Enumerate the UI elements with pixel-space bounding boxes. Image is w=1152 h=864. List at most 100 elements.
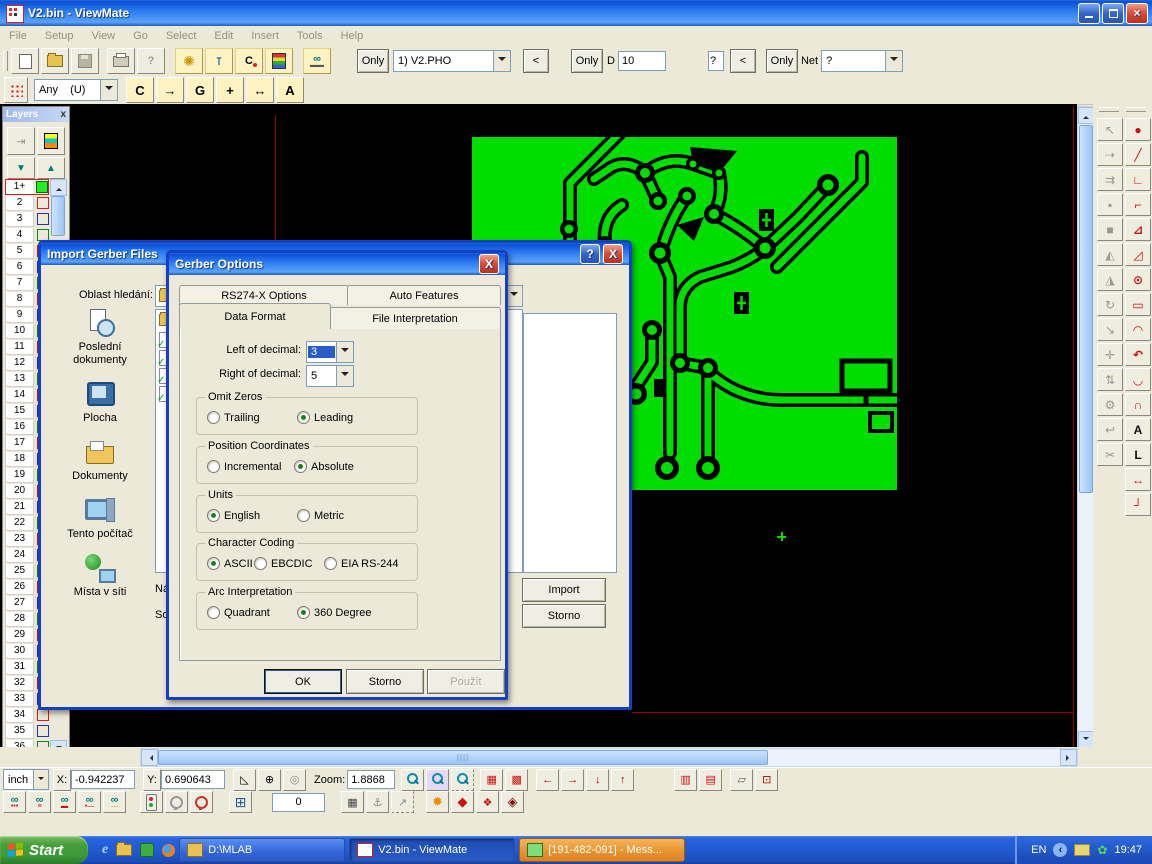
mirror-vertical-icon[interactable]: ◭ (1097, 243, 1123, 266)
center-target-button[interactable]: ⊕ (258, 769, 281, 791)
tab-rs274x[interactable]: RS274-X Options (179, 285, 349, 305)
next-item-tool-icon[interactable]: → (156, 77, 184, 103)
open-file-button[interactable] (41, 48, 69, 74)
radio-option[interactable]: EIA RS-244 (324, 557, 398, 570)
menu-item[interactable]: View (82, 28, 124, 44)
only-dcode-button[interactable]: Only (571, 49, 603, 73)
only-net-button[interactable]: Only (766, 49, 798, 73)
taskbar-task[interactable]: V2.bin - ViewMate (349, 838, 515, 862)
only-layer-button[interactable]: Only (357, 49, 389, 73)
locate-button[interactable]: ◎ (283, 769, 306, 791)
zoom-window-button[interactable] (451, 769, 474, 791)
layer-film-button[interactable] (37, 127, 65, 155)
settings-gear-icon[interactable]: ⚙ (1097, 393, 1123, 416)
view-all-button[interactable]: ∞••• (3, 791, 26, 813)
layer-row[interactable]: 3 (5, 211, 49, 227)
move-point-icon[interactable]: ⇢ (1097, 143, 1123, 166)
radio-option[interactable]: 360 Degree (297, 606, 387, 619)
grid-toggle-button[interactable]: ▦ (480, 769, 503, 791)
view-outline-button[interactable]: ∞— (103, 791, 126, 813)
reorder-tool-icon[interactable]: ⇅ (1097, 368, 1123, 391)
zoom-grid-button[interactable] (426, 769, 449, 791)
scroll-down-button[interactable] (1078, 731, 1094, 748)
gerber-close-button[interactable]: X (479, 254, 499, 274)
layer-row[interactable]: 2 (5, 195, 49, 211)
text-search-tool-icon[interactable]: A (276, 77, 304, 103)
radio-option[interactable]: Trailing (207, 411, 297, 424)
layer-swatch[interactable] (37, 213, 49, 225)
context-help-button[interactable]: ? (137, 48, 165, 74)
import-cancel-button[interactable]: Storno (522, 604, 606, 628)
dcode-highlight-button[interactable]: C (235, 48, 263, 74)
left-of-decimal-select[interactable]: 3 (306, 341, 354, 363)
scroll-left-button[interactable] (141, 749, 158, 766)
radio-option[interactable]: EBCDIC (254, 557, 324, 570)
vertical-scroll-thumb[interactable] (1079, 125, 1093, 493)
layers-panel-titlebar[interactable]: Layers x (3, 107, 69, 122)
tab-file-interpretation[interactable]: File Interpretation (329, 307, 501, 329)
pan-up-button[interactable]: ↑ (611, 769, 634, 791)
tray-chevron-icon[interactable]: ‹ (1053, 843, 1067, 857)
menu-item[interactable]: File (0, 28, 36, 44)
layer-swatch[interactable] (37, 725, 49, 737)
mirror-horizontal-icon[interactable]: ◮ (1097, 268, 1123, 291)
redraw-button[interactable]: ✺ (175, 48, 203, 74)
horizontal-scroll-thumb[interactable]: |||| (158, 750, 768, 765)
grid-dense-button[interactable]: ▩ (505, 769, 528, 791)
zoom-value[interactable]: 1.8868 (347, 770, 395, 789)
tray-clover-icon[interactable]: ✿ (1097, 843, 1107, 857)
close-button[interactable]: × (1126, 3, 1148, 24)
snap-grid-button[interactable]: ▦ (341, 791, 364, 813)
resize-tool-icon[interactable]: ↘ (1097, 318, 1123, 341)
radio-option[interactable]: ASCII (207, 557, 254, 570)
tab-data-format[interactable]: Data Format (179, 303, 331, 329)
measure-button[interactable]: ⊺ (205, 48, 233, 74)
clock[interactable]: 19:47 (1114, 844, 1142, 856)
inspect-button[interactable]: ∞▬▬ (303, 48, 331, 74)
restore-button[interactable] (1102, 3, 1124, 24)
layer-swatch[interactable] (37, 197, 49, 209)
dark-pad-button[interactable]: ◈ (501, 791, 524, 813)
language-indicator[interactable]: EN (1031, 844, 1046, 856)
draw-filled-corner-icon[interactable]: ◿ (1125, 243, 1151, 266)
radio-option[interactable]: Absolute (294, 460, 381, 473)
place-my-computer[interactable]: Tento počítač (55, 496, 145, 541)
menu-item[interactable]: Edit (205, 28, 242, 44)
import-button[interactable]: Import (522, 578, 606, 602)
view-traces-button[interactable]: ∞•— (78, 791, 101, 813)
toolbar-grip[interactable] (3, 51, 8, 71)
tray-card-icon[interactable] (1074, 844, 1090, 856)
quicklaunch-firefox-icon[interactable] (162, 844, 175, 857)
place-documents[interactable]: Dokumenty (55, 438, 145, 483)
crosshair-tool-icon[interactable]: + (216, 77, 244, 103)
prev-dcode-button[interactable]: < (523, 49, 549, 73)
start-button[interactable]: Start (0, 836, 88, 864)
tile-windows-button[interactable]: ⊞ (229, 791, 252, 813)
chevron-down-icon[interactable] (33, 770, 48, 789)
right-of-decimal-select[interactable]: 5 (306, 365, 354, 387)
special-pad-button[interactable]: ❖ (476, 791, 499, 813)
save-button[interactable] (71, 48, 99, 74)
draw-contour-icon[interactable]: ┘ (1125, 493, 1151, 516)
move-pad-icon[interactable]: ✛ (1097, 343, 1123, 366)
pan-right-button[interactable]: → (561, 769, 584, 791)
cancel-button[interactable]: Storno (346, 669, 424, 694)
tab-auto-features[interactable]: Auto Features (347, 285, 501, 305)
anchor-button[interactable]: ⚓ (366, 791, 389, 813)
layer-row[interactable]: 35 (5, 723, 49, 739)
layers-close-icon[interactable]: x (60, 109, 66, 120)
draw-curve-icon[interactable]: ∩ (1125, 393, 1151, 416)
small-pad-icon[interactable]: ▪ (1097, 193, 1123, 216)
layer-colors-button[interactable] (265, 48, 293, 74)
span-tool-icon[interactable]: ↔ (246, 77, 274, 103)
large-pad-icon[interactable]: ■ (1097, 218, 1123, 241)
draw-arc-icon[interactable]: ↶ (1125, 343, 1151, 366)
taskbar-task[interactable]: D:\MLAB (179, 838, 345, 862)
draw-dimension-icon[interactable]: ↔ (1125, 468, 1151, 491)
chevron-down-icon[interactable] (336, 342, 353, 362)
prev-net-button[interactable]: < (730, 49, 756, 73)
draw-angle-arc-icon[interactable]: ⊿ (1125, 218, 1151, 241)
undo-tool-icon[interactable]: ↩ (1097, 418, 1123, 441)
radio-option[interactable]: Leading (297, 411, 387, 424)
unit-combo[interactable]: inch (3, 769, 49, 790)
